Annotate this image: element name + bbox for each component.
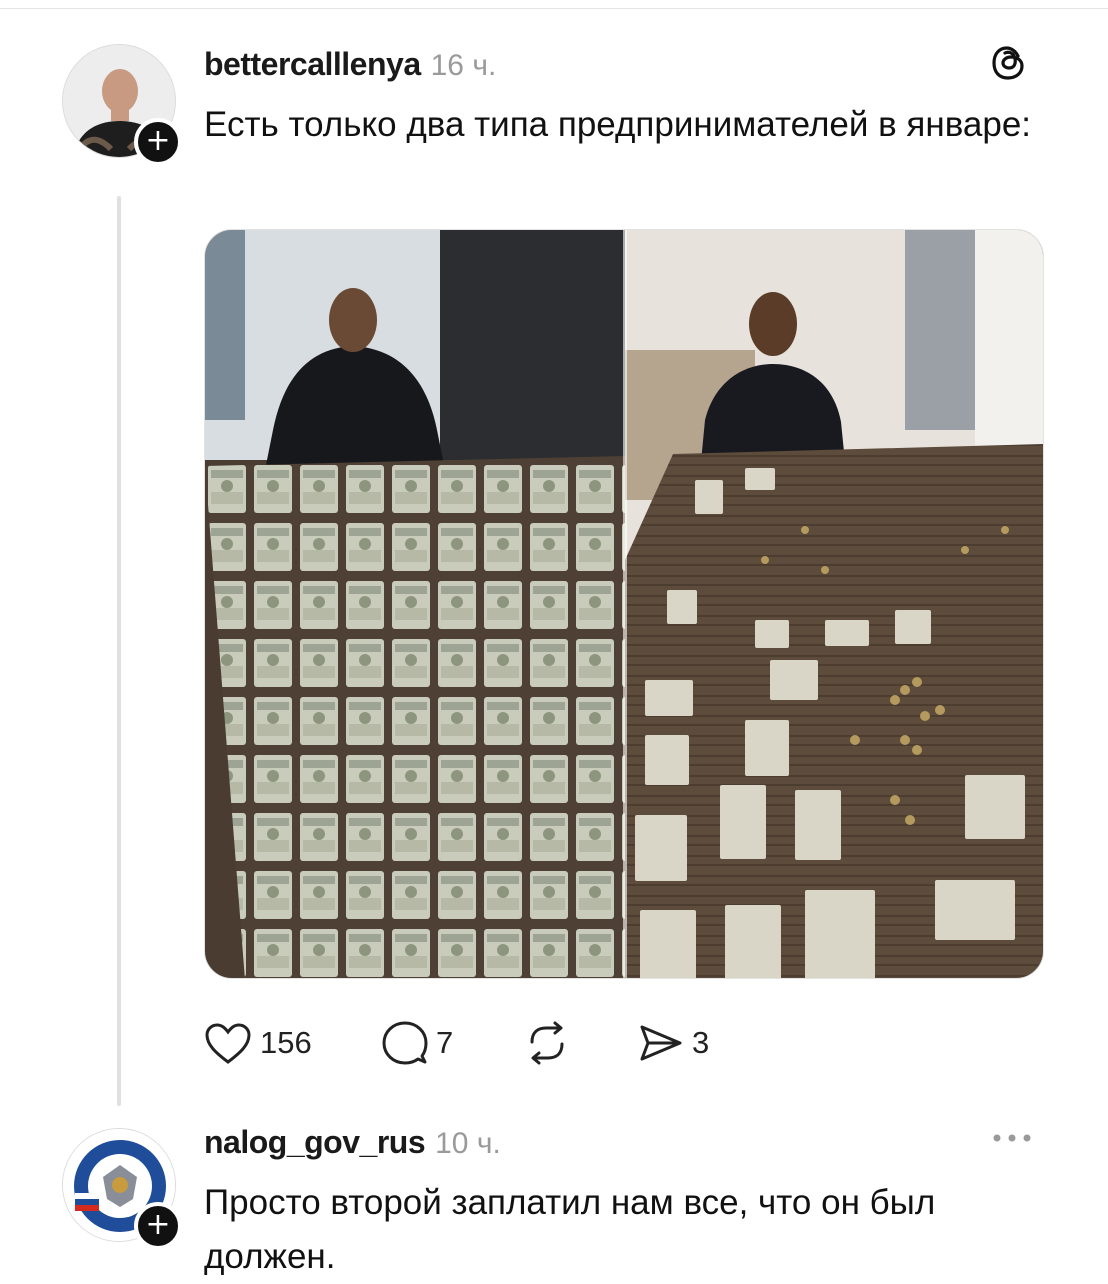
follow-plus-icon[interactable]: + bbox=[134, 1202, 182, 1250]
post-text: Есть только два типа предпринимателей в … bbox=[204, 105, 1032, 144]
reply-author-name[interactable]: nalog_gov_rus 10 ч. bbox=[204, 1124, 501, 1161]
share-count: 3 bbox=[692, 1025, 710, 1060]
post-image[interactable] bbox=[204, 229, 1044, 979]
reply-time: 10 ч. bbox=[435, 1127, 501, 1160]
repost-button[interactable] bbox=[524, 1018, 570, 1068]
username[interactable]: bettercalllenya bbox=[204, 46, 421, 82]
comment-count: 7 bbox=[436, 1025, 454, 1060]
comment-icon bbox=[382, 1021, 428, 1065]
heart-icon bbox=[205, 1023, 251, 1064]
thread-line bbox=[117, 196, 121, 1106]
like-count: 156 bbox=[260, 1025, 312, 1060]
author-name[interactable]: bettercalllenya 16 ч. bbox=[204, 46, 496, 83]
post-time: 16 ч. bbox=[430, 49, 497, 82]
threads-icon[interactable] bbox=[990, 44, 1028, 82]
reply-avatar-wrap[interactable]: + bbox=[62, 1128, 182, 1250]
author-avatar-wrap[interactable]: + bbox=[62, 44, 182, 166]
share-icon bbox=[640, 1025, 682, 1061]
share-button[interactable]: 3 bbox=[638, 1018, 709, 1068]
repost-icon bbox=[530, 1021, 564, 1065]
reply-text: Просто второй заплатил нам все, что он б… bbox=[204, 1183, 936, 1276]
like-button[interactable]: 156 bbox=[204, 1018, 312, 1068]
money-comparison-image bbox=[205, 230, 1043, 978]
more-icon[interactable] bbox=[990, 1128, 1034, 1148]
comment-button[interactable]: 7 bbox=[382, 1018, 453, 1068]
follow-plus-icon[interactable]: + bbox=[134, 118, 182, 166]
top-divider bbox=[0, 8, 1108, 9]
username[interactable]: nalog_gov_rus bbox=[204, 1124, 426, 1160]
